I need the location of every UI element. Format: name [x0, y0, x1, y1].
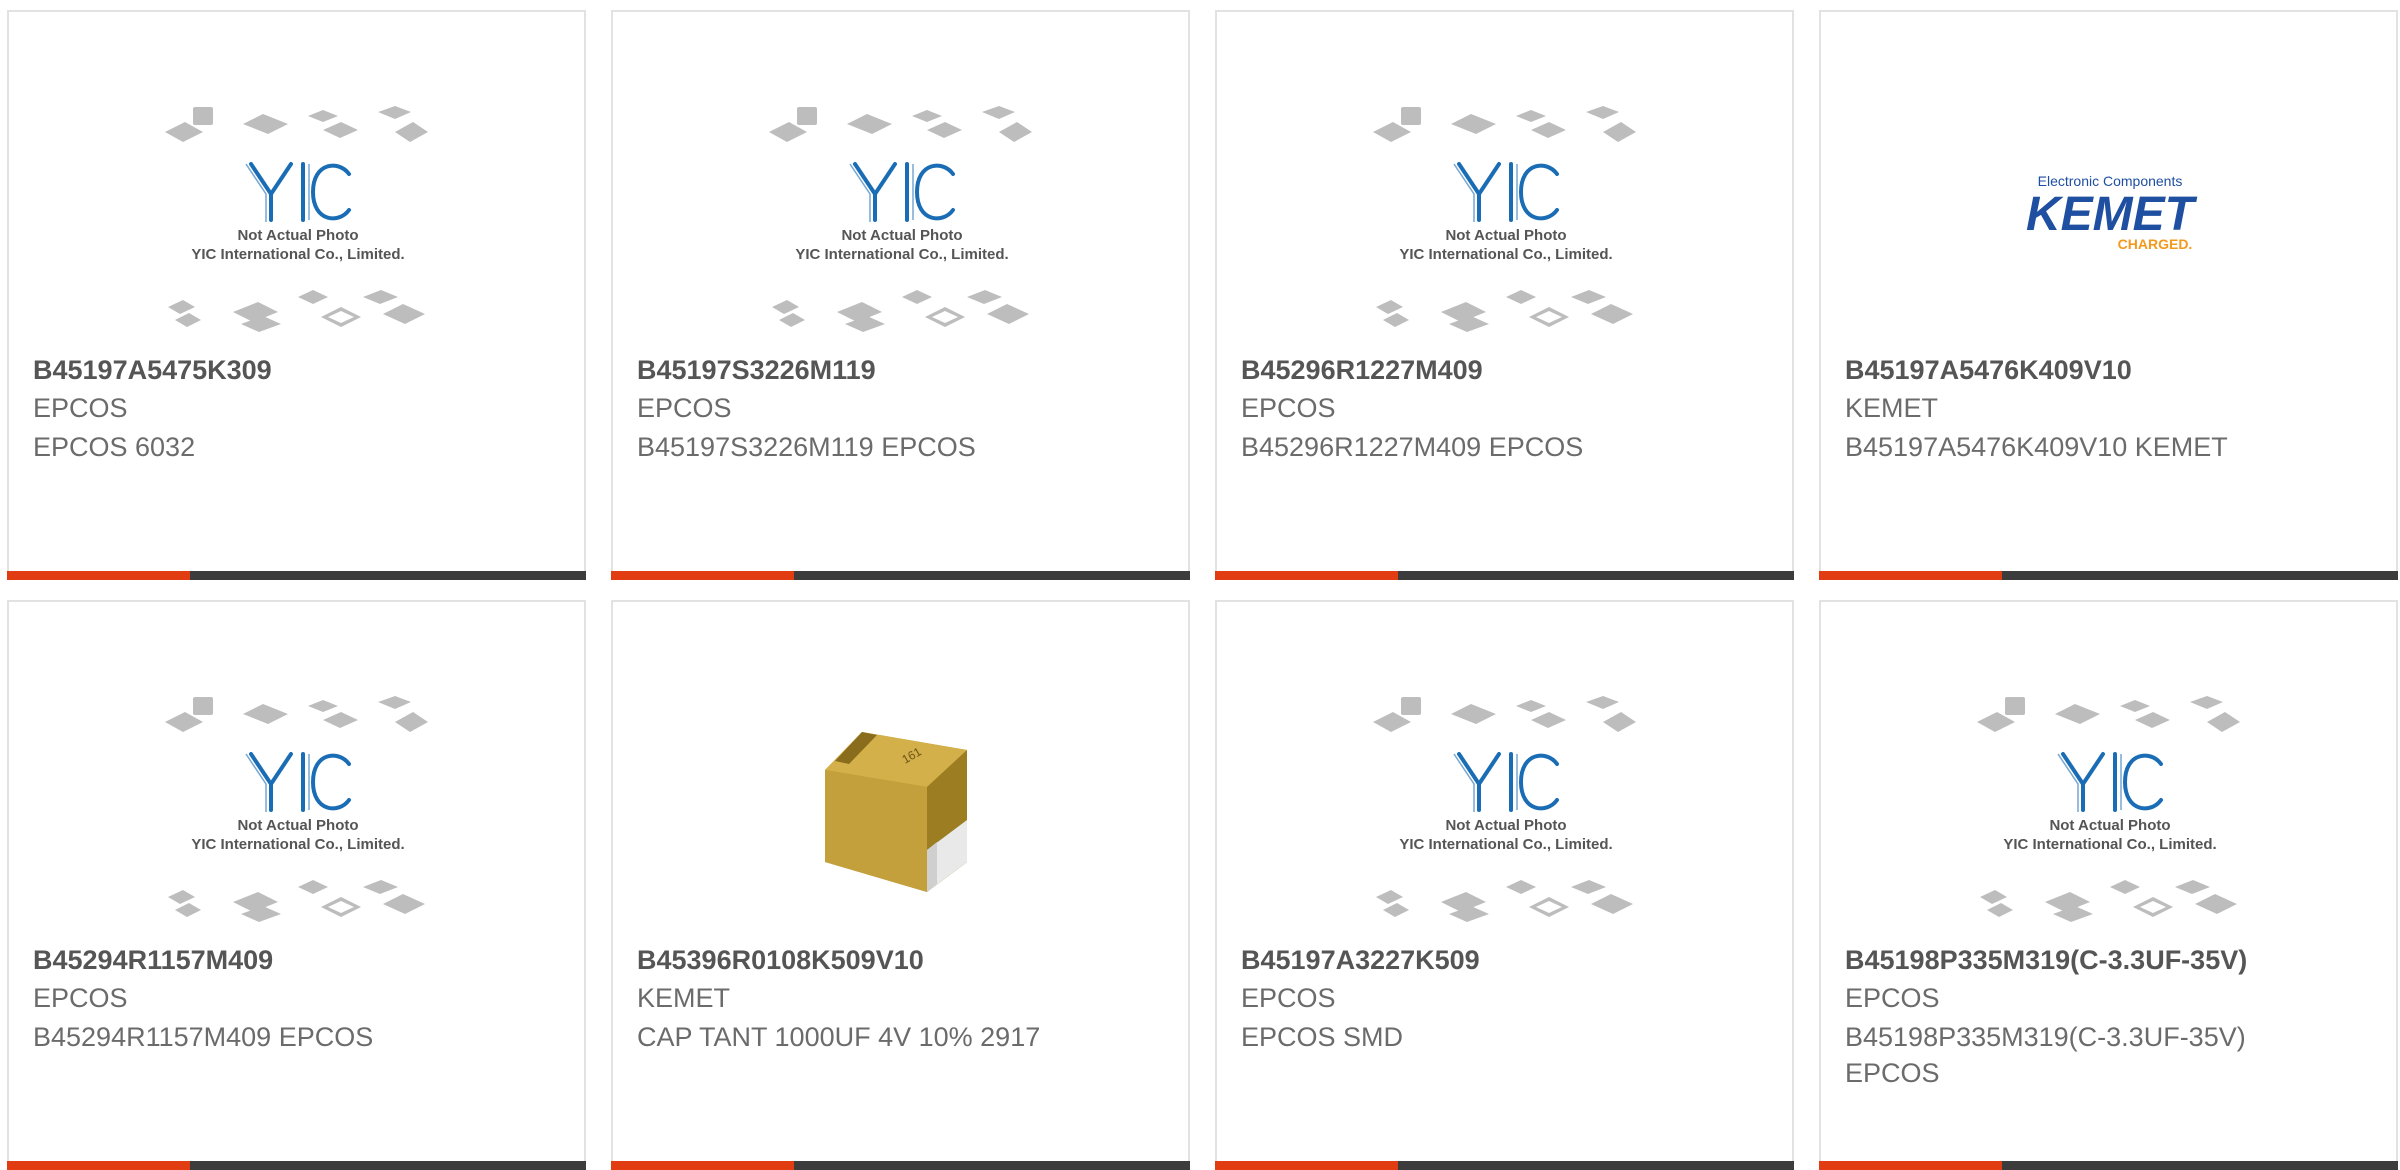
manufacturer: EPCOS: [33, 983, 128, 1013]
description: EPCOS 6032: [33, 432, 196, 462]
product-image: Electronic Components KEMET CHARGED.: [1975, 102, 2245, 342]
manufacturer: EPCOS: [637, 393, 732, 423]
placeholder-line2: YIC International Co., Limited.: [2003, 836, 2216, 853]
product-image: Not Actual Photo YIC International Co., …: [1371, 692, 1641, 932]
yic-placeholder-image: Not Actual Photo YIC International Co., …: [769, 106, 1032, 332]
manufacturer: KEMET: [637, 983, 731, 1013]
card-accent: [7, 571, 190, 580]
card-accent: [1819, 571, 2002, 580]
product-card[interactable]: Not Actual Photo YIC International Co., …: [611, 10, 1190, 580]
card-bottom-bar: [1819, 1161, 2398, 1170]
product-card[interactable]: Electronic Components KEMET CHARGED. B45…: [1819, 10, 2398, 580]
product-card[interactable]: Not Actual Photo YIC International Co., …: [7, 10, 586, 580]
yic-placeholder-image: Not Actual Photo YIC International Co., …: [1373, 696, 1636, 922]
product-card[interactable]: Not Actual Photo YIC International Co., …: [1215, 600, 1794, 1170]
placeholder-line1: Not Actual Photo: [1445, 227, 1566, 244]
card-accent: [1215, 571, 1398, 580]
card-bottom-bar: [611, 571, 1190, 580]
product-grid: Not Actual Photo YIC International Co., …: [7, 10, 2400, 1170]
placeholder-line2: YIC International Co., Limited.: [1399, 836, 1612, 853]
placeholder-line1: Not Actual Photo: [2049, 817, 2170, 834]
description: B45197A5476K409V10 KEMET: [1845, 432, 2228, 462]
product-image: Not Actual Photo YIC International Co., …: [163, 102, 433, 342]
kemet-sub: CHARGED.: [2118, 236, 2193, 252]
product-image: 161: [767, 692, 1037, 932]
part-number[interactable]: B45197A5475K309: [33, 355, 272, 386]
description: B45198P335M319(C-3.3UF-35V) EPCOS: [1845, 1022, 2246, 1088]
product-image: Not Actual Photo YIC International Co., …: [767, 102, 1037, 342]
card-accent: [7, 1161, 190, 1170]
description: B45294R1157M409 EPCOS: [33, 1022, 374, 1052]
placeholder-line1: Not Actual Photo: [1445, 817, 1566, 834]
kemet-tagline: Electronic Components: [2038, 173, 2183, 189]
yic-placeholder-image: Not Actual Photo YIC International Co., …: [1977, 696, 2240, 922]
placeholder-line1: Not Actual Photo: [237, 817, 358, 834]
product-card[interactable]: Not Actual Photo YIC International Co., …: [1819, 600, 2398, 1170]
card-bottom-bar: [7, 571, 586, 580]
manufacturer: EPCOS: [1845, 983, 1940, 1013]
yic-placeholder-image: Not Actual Photo YIC International Co., …: [1373, 106, 1636, 332]
part-number[interactable]: B45197S3226M119: [637, 355, 876, 386]
placeholder-line2: YIC International Co., Limited.: [795, 246, 1008, 263]
kemet-name: KEMET: [2026, 188, 2198, 241]
description: EPCOS SMD: [1241, 1022, 1404, 1052]
product-card[interactable]: Not Actual Photo YIC International Co., …: [7, 600, 586, 1170]
placeholder-line2: YIC International Co., Limited.: [191, 836, 404, 853]
manufacturer: KEMET: [1845, 393, 1939, 423]
card-accent: [611, 1161, 794, 1170]
yic-placeholder-image: Not Actual Photo YIC International Co., …: [165, 696, 428, 922]
product-image: Not Actual Photo YIC International Co., …: [1975, 692, 2245, 932]
product-card[interactable]: 161 B45396R0108K509V10 KEMET CAP TANT 10…: [611, 600, 1190, 1170]
card-bottom-bar: [7, 1161, 586, 1170]
manufacturer: EPCOS: [1241, 393, 1336, 423]
part-number[interactable]: B45294R1157M409: [33, 945, 273, 976]
manufacturer: EPCOS: [1241, 983, 1336, 1013]
tantalum-capacitor-photo: 161: [825, 732, 967, 892]
description: CAP TANT 1000UF 4V 10% 2917: [637, 1022, 1041, 1052]
part-number[interactable]: B45197A5476K409V10: [1845, 355, 2132, 386]
product-image: Not Actual Photo YIC International Co., …: [1371, 102, 1641, 342]
card-bottom-bar: [1215, 1161, 1794, 1170]
card-bottom-bar: [1819, 571, 2398, 580]
description: B45296R1227M409 EPCOS: [1241, 432, 1584, 462]
product-image: Not Actual Photo YIC International Co., …: [163, 692, 433, 932]
part-number[interactable]: B45197A3227K509: [1241, 945, 1480, 976]
placeholder-line2: YIC International Co., Limited.: [191, 246, 404, 263]
part-number[interactable]: B45198P335M319(C-3.3UF-35V): [1845, 945, 2247, 976]
placeholder-line2: YIC International Co., Limited.: [1399, 246, 1612, 263]
part-number[interactable]: B45296R1227M409: [1241, 355, 1483, 386]
part-number[interactable]: B45396R0108K509V10: [637, 945, 924, 976]
card-accent: [1819, 1161, 2002, 1170]
description: B45197S3226M119 EPCOS: [637, 432, 976, 462]
card-accent: [1215, 1161, 1398, 1170]
kemet-logo: Electronic Components KEMET CHARGED.: [2026, 173, 2198, 252]
card-bottom-bar: [611, 1161, 1190, 1170]
yic-placeholder-image: Not Actual Photo YIC International Co., …: [165, 106, 428, 332]
placeholder-line1: Not Actual Photo: [237, 227, 358, 244]
manufacturer: EPCOS: [33, 393, 128, 423]
card-accent: [611, 571, 794, 580]
card-bottom-bar: [1215, 571, 1794, 580]
placeholder-line1: Not Actual Photo: [841, 227, 962, 244]
product-card[interactable]: Not Actual Photo YIC International Co., …: [1215, 10, 1794, 580]
